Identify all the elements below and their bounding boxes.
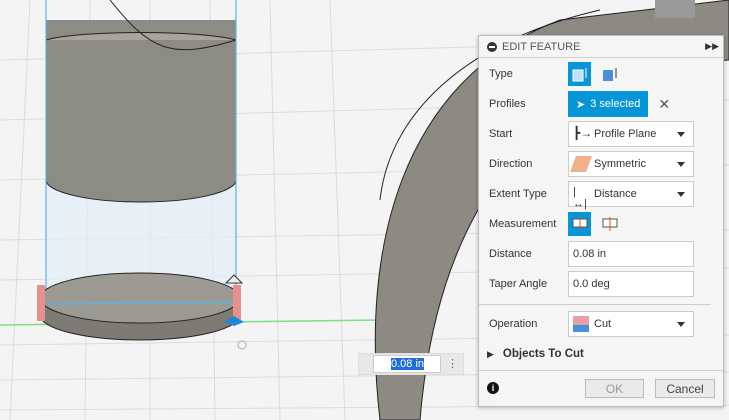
cursor-icon: ➤ bbox=[576, 98, 586, 111]
whole-length-icon bbox=[602, 217, 618, 231]
ok-button[interactable]: OK bbox=[585, 379, 644, 398]
measurement-label: Measurement bbox=[489, 218, 557, 230]
distance-label: Distance bbox=[489, 248, 532, 260]
panel-header: EDIT FEATURE ▶▶ bbox=[479, 36, 723, 58]
profiles-label: Profiles bbox=[489, 98, 526, 110]
cancel-button[interactable]: Cancel bbox=[655, 379, 715, 398]
manipulator-right[interactable] bbox=[233, 285, 241, 321]
cylinder-disc bbox=[39, 272, 241, 341]
chevron-down-icon bbox=[677, 131, 685, 137]
profile-plane-icon: ┣→ bbox=[573, 126, 593, 140]
operation-label: Operation bbox=[489, 318, 538, 330]
more-options-icon[interactable]: ⋮ bbox=[447, 358, 458, 369]
cylinder-upper bbox=[45, 0, 237, 203]
manipulator-left[interactable] bbox=[37, 285, 45, 321]
dimension-input-box: 0.08 in ⋮ bbox=[358, 353, 464, 375]
type-thin-button[interactable] bbox=[598, 62, 621, 86]
type-solid-button[interactable] bbox=[568, 62, 591, 86]
extent-type-label: Extent Type bbox=[489, 188, 547, 200]
chevron-down-icon bbox=[677, 321, 685, 327]
objects-to-cut-section[interactable]: ▶ Objects To Cut bbox=[479, 341, 723, 367]
half-length-icon bbox=[572, 217, 587, 231]
info-icon[interactable]: i bbox=[487, 382, 499, 394]
thin-extrude-icon bbox=[602, 68, 617, 81]
expand-triangle-icon: ▶ bbox=[487, 348, 494, 359]
operation-dropdown[interactable]: Cut bbox=[568, 311, 694, 337]
solid-extrude-icon bbox=[572, 68, 586, 82]
chevron-down-icon bbox=[677, 191, 685, 197]
distance-input[interactable]: 0.08 in bbox=[568, 241, 694, 267]
origin-icon bbox=[237, 340, 247, 350]
expand-icon[interactable]: ▶▶ bbox=[705, 41, 719, 52]
extent-type-dropdown[interactable]: |↔| Distance bbox=[568, 181, 694, 210]
edit-feature-panel: EDIT FEATURE ▶▶ Type Profiles ➤ 3 selecte… bbox=[478, 35, 724, 407]
taper-angle-input[interactable]: 0.0 deg bbox=[568, 271, 694, 297]
direction-dropdown[interactable]: Symmetric bbox=[568, 151, 694, 177]
collapse-icon[interactable] bbox=[487, 41, 497, 52]
measurement-symmetric-button[interactable] bbox=[568, 212, 591, 236]
profiles-select-button[interactable]: ➤ 3 selected bbox=[568, 91, 649, 117]
chevron-down-icon bbox=[677, 161, 685, 167]
cut-icon bbox=[573, 316, 589, 332]
symmetric-icon bbox=[570, 156, 592, 172]
panel-title: EDIT FEATURE bbox=[502, 40, 581, 53]
divider bbox=[479, 370, 723, 371]
direction-label: Direction bbox=[489, 158, 533, 170]
divider bbox=[479, 304, 711, 305]
type-label: Type bbox=[489, 68, 513, 80]
taper-angle-label: Taper Angle bbox=[489, 278, 548, 290]
start-label: Start bbox=[489, 128, 513, 140]
distance-icon: |↔| bbox=[573, 186, 587, 210]
measurement-whole-button[interactable] bbox=[598, 212, 621, 236]
dimension-input[interactable]: 0.08 in bbox=[373, 355, 441, 373]
start-dropdown[interactable]: ┣→ Profile Plane bbox=[568, 121, 694, 147]
clear-selection-icon[interactable]: ✕ bbox=[658, 96, 670, 113]
